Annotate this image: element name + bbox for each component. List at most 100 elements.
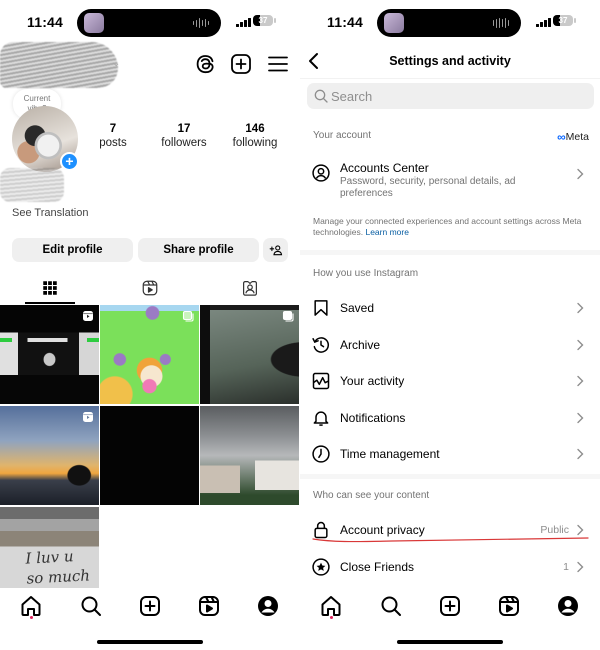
create-icon[interactable] [438, 594, 462, 618]
accounts-center-title: Accounts Center [340, 161, 429, 175]
posts-count[interactable]: 7 posts [78, 122, 148, 150]
carousel-badge-icon [282, 310, 294, 322]
bottom-nav [300, 588, 600, 624]
section-divider [300, 250, 600, 255]
clock-icon [312, 445, 330, 463]
now-playing-thumbnail [384, 13, 404, 33]
reels-icon[interactable] [497, 594, 521, 618]
battery-tip [574, 18, 576, 23]
share-profile-button[interactable]: Share profile [138, 238, 259, 262]
home-indicator[interactable] [97, 640, 203, 644]
hamburger-menu-icon[interactable] [266, 52, 290, 76]
search-icon [314, 89, 328, 103]
settings-item-close-friends[interactable]: Close Friends 1 [300, 551, 600, 583]
username-redacted[interactable] [0, 42, 118, 88]
add-story-button[interactable]: + [60, 152, 79, 171]
selected-tab-indicator [25, 302, 75, 304]
followers-count[interactable]: 17 followers [149, 122, 219, 150]
chevron-right-icon [577, 302, 584, 314]
bottom-nav [0, 588, 300, 624]
chevron-right-icon [577, 168, 584, 180]
tab-reels[interactable] [100, 276, 200, 304]
settings-item-archive[interactable]: Archive [300, 329, 600, 361]
audio-waveform-icon [492, 18, 509, 28]
post-thumbnail[interactable] [100, 406, 199, 505]
battery-icon: 37 [553, 15, 573, 26]
accounts-center-row[interactable]: Accounts Center Password, security, pers… [300, 158, 600, 204]
following-count[interactable]: 146 following [220, 122, 290, 150]
audio-waveform-icon [192, 18, 209, 28]
accounts-center-icon [312, 164, 330, 182]
dynamic-island[interactable] [77, 9, 221, 37]
section-label-who-can-see: Who can see your content [313, 490, 430, 501]
cellular-signal-icon [536, 18, 551, 27]
create-post-icon[interactable] [229, 52, 253, 76]
post-thumbnail[interactable] [0, 305, 99, 404]
search-icon[interactable] [79, 594, 103, 618]
edit-profile-button[interactable]: Edit profile [12, 238, 133, 262]
chevron-right-icon [577, 561, 584, 573]
search-input[interactable] [331, 83, 581, 109]
reel-badge-icon [83, 311, 93, 321]
red-underline-annotation [312, 537, 589, 543]
home-notification-dot [329, 616, 333, 619]
bell-icon [313, 411, 329, 426]
bio-redacted [0, 168, 64, 202]
tab-posts-grid[interactable] [0, 276, 100, 304]
section-label-how-you-use: How you use Instagram [313, 268, 419, 279]
battery-icon: 37 [253, 15, 273, 26]
settings-item-saved[interactable]: Saved [300, 292, 600, 324]
settings-item-your-activity[interactable]: Your activity [300, 365, 600, 397]
post-thumbnail[interactable] [200, 406, 299, 505]
star-icon [312, 558, 330, 576]
reel-badge-icon [83, 412, 93, 422]
search-bar[interactable] [307, 83, 594, 109]
chevron-right-icon [577, 412, 584, 424]
chevron-right-icon [577, 524, 584, 536]
status-time: 11:44 [327, 14, 364, 30]
learn-more-link[interactable]: Learn more [365, 227, 408, 237]
profile-tabs [0, 276, 300, 304]
reels-icon[interactable] [197, 594, 221, 618]
status-bar: 11:44 37 [0, 0, 300, 44]
post-wall-text: I luv u so much [25, 547, 91, 588]
battery-tip [274, 18, 276, 23]
account-switcher-chevron-icon[interactable]: ⌄ [112, 58, 120, 69]
post-thumbnail[interactable] [0, 406, 99, 505]
bookmark-icon [314, 300, 328, 316]
meta-logo: ∞ Meta [557, 130, 589, 144]
home-icon[interactable] [19, 594, 43, 618]
post-thumbnail[interactable] [200, 305, 299, 404]
settings-screen: 11:44 37 Settings and activity Your acco… [300, 0, 600, 650]
dynamic-island[interactable] [377, 9, 521, 37]
post-thumbnail[interactable] [100, 305, 199, 404]
settings-item-time-management[interactable]: Time management [300, 438, 600, 470]
chevron-right-icon [577, 339, 584, 351]
profile-icon[interactable] [256, 594, 280, 618]
home-notification-dot [29, 616, 33, 619]
home-indicator[interactable] [397, 640, 503, 644]
meta-accounts-note: Manage your connected experiences and ac… [313, 216, 582, 237]
threads-icon[interactable] [193, 52, 217, 76]
activity-icon [312, 372, 330, 390]
page-title: Settings and activity [389, 54, 511, 68]
close-friends-count: 1 [563, 561, 569, 573]
profile-icon[interactable] [556, 594, 580, 618]
cellular-signal-icon [236, 18, 251, 27]
now-playing-thumbnail [84, 13, 104, 33]
settings-item-notifications[interactable]: Notifications [300, 402, 600, 434]
meta-infinity-icon: ∞ [557, 130, 566, 144]
home-icon[interactable] [319, 594, 343, 618]
create-icon[interactable] [138, 594, 162, 618]
account-privacy-value: Public [540, 524, 569, 536]
archive-icon [312, 337, 330, 353]
see-translation-link[interactable]: See Translation [12, 207, 88, 219]
profile-screen: 11:44 37 ⌄ Current vibe? + 7 posts 17 [0, 0, 300, 650]
status-time: 11:44 [27, 14, 64, 30]
reels-icon [142, 280, 158, 296]
add-person-icon [269, 245, 282, 256]
tab-tagged[interactable] [200, 276, 300, 304]
search-icon[interactable] [379, 594, 403, 618]
chevron-right-icon [577, 375, 584, 387]
discover-people-button[interactable] [263, 238, 288, 262]
